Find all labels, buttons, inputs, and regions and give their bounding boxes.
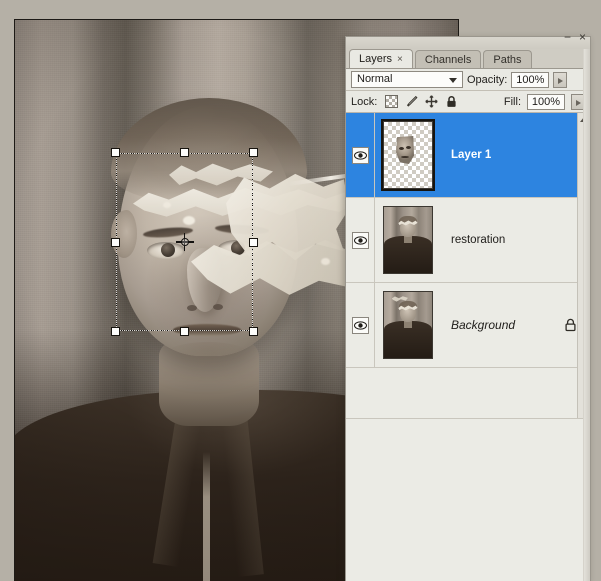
layer-thumbnail-cell[interactable] <box>375 206 441 274</box>
transform-handle-bottom-right[interactable] <box>249 327 258 336</box>
transform-handle-middle-left[interactable] <box>111 237 120 247</box>
panel-empty-area <box>346 418 590 581</box>
lock-all-icon[interactable] <box>445 95 458 108</box>
tab-paths[interactable]: Paths <box>483 50 532 68</box>
layer-visibility-cell[interactable] <box>346 113 375 197</box>
blend-mode-select[interactable]: Normal <box>351 71 463 88</box>
free-transform-bounding-box[interactable] <box>111 148 258 336</box>
close-icon[interactable]: × <box>579 31 586 43</box>
minimize-icon[interactable]: − <box>564 31 571 43</box>
fill-label: Fill: <box>503 95 521 108</box>
layers-panel[interactable]: − × ▾ Layers × Channels Paths Normal Opa… <box>345 31 591 581</box>
chevron-down-icon <box>449 78 457 83</box>
lock-image-pixels-icon[interactable] <box>405 95 418 108</box>
fill-input[interactable]: 100% <box>527 93 565 110</box>
layer-name-label[interactable]: restoration <box>441 234 550 246</box>
eye-icon[interactable] <box>351 316 369 334</box>
tab-close-icon[interactable]: × <box>397 50 403 69</box>
layer-list[interactable]: Layer 1 restoration Background <box>346 113 590 418</box>
opacity-label: Opacity: <box>467 73 508 86</box>
transform-handle-middle-right[interactable] <box>249 237 258 247</box>
thumbnail-portrait <box>384 292 432 358</box>
layer-thumbnail-cell[interactable] <box>375 291 441 359</box>
layer-visibility-cell[interactable] <box>346 198 375 282</box>
layer-thumbnail[interactable] <box>383 291 433 359</box>
blend-mode-row: Normal Opacity: 100% <box>346 69 590 91</box>
tab-layers[interactable]: Layers × <box>349 49 413 68</box>
lock-row: Lock: Fill: 100% <box>346 91 590 113</box>
opacity-input[interactable]: 100% <box>511 71 550 88</box>
opacity-stepper[interactable] <box>553 71 568 88</box>
transform-handle-top-center[interactable] <box>180 148 189 157</box>
layer-name-label[interactable]: Layer 1 <box>441 149 550 161</box>
lock-icon <box>564 318 576 332</box>
table-row[interactable]: Layer 1 <box>346 113 590 198</box>
layer-thumbnail[interactable] <box>381 119 435 191</box>
eye-icon[interactable] <box>351 146 369 164</box>
layer-thumbnail[interactable] <box>383 206 433 274</box>
panel-right-edge <box>583 49 590 581</box>
blend-mode-value: Normal <box>357 73 393 85</box>
thumbnail-portrait <box>384 207 432 273</box>
transform-handle-top-left[interactable] <box>111 148 120 157</box>
panel-window-buttons[interactable]: − × <box>564 31 586 43</box>
transform-reference-point-crosshair-icon[interactable] <box>175 233 194 251</box>
lock-transparent-pixels-icon[interactable] <box>385 95 399 108</box>
lock-label: Lock: <box>351 95 378 108</box>
layer-visibility-cell[interactable] <box>346 283 375 367</box>
table-row[interactable]: restoration <box>346 198 590 283</box>
lock-position-icon[interactable] <box>425 95 438 108</box>
tab-channels-label: Channels <box>424 53 472 66</box>
transform-handle-bottom-center[interactable] <box>180 327 189 336</box>
layer-thumbnail-cell[interactable] <box>375 119 441 191</box>
tab-layers-label: Layers <box>359 52 393 65</box>
tab-channels[interactable]: Channels <box>414 50 482 68</box>
tab-paths-label: Paths <box>493 53 522 66</box>
transform-handle-bottom-left[interactable] <box>111 327 120 336</box>
crosshair-circle <box>180 238 189 246</box>
eye-icon[interactable] <box>351 231 369 249</box>
panel-tabs[interactable]: Layers × Channels Paths <box>346 49 590 69</box>
table-row[interactable]: Background <box>346 283 590 368</box>
lock-icon-group[interactable] <box>385 95 458 108</box>
layer-name-label[interactable]: Background <box>441 318 550 332</box>
transform-handle-top-right[interactable] <box>249 148 258 157</box>
